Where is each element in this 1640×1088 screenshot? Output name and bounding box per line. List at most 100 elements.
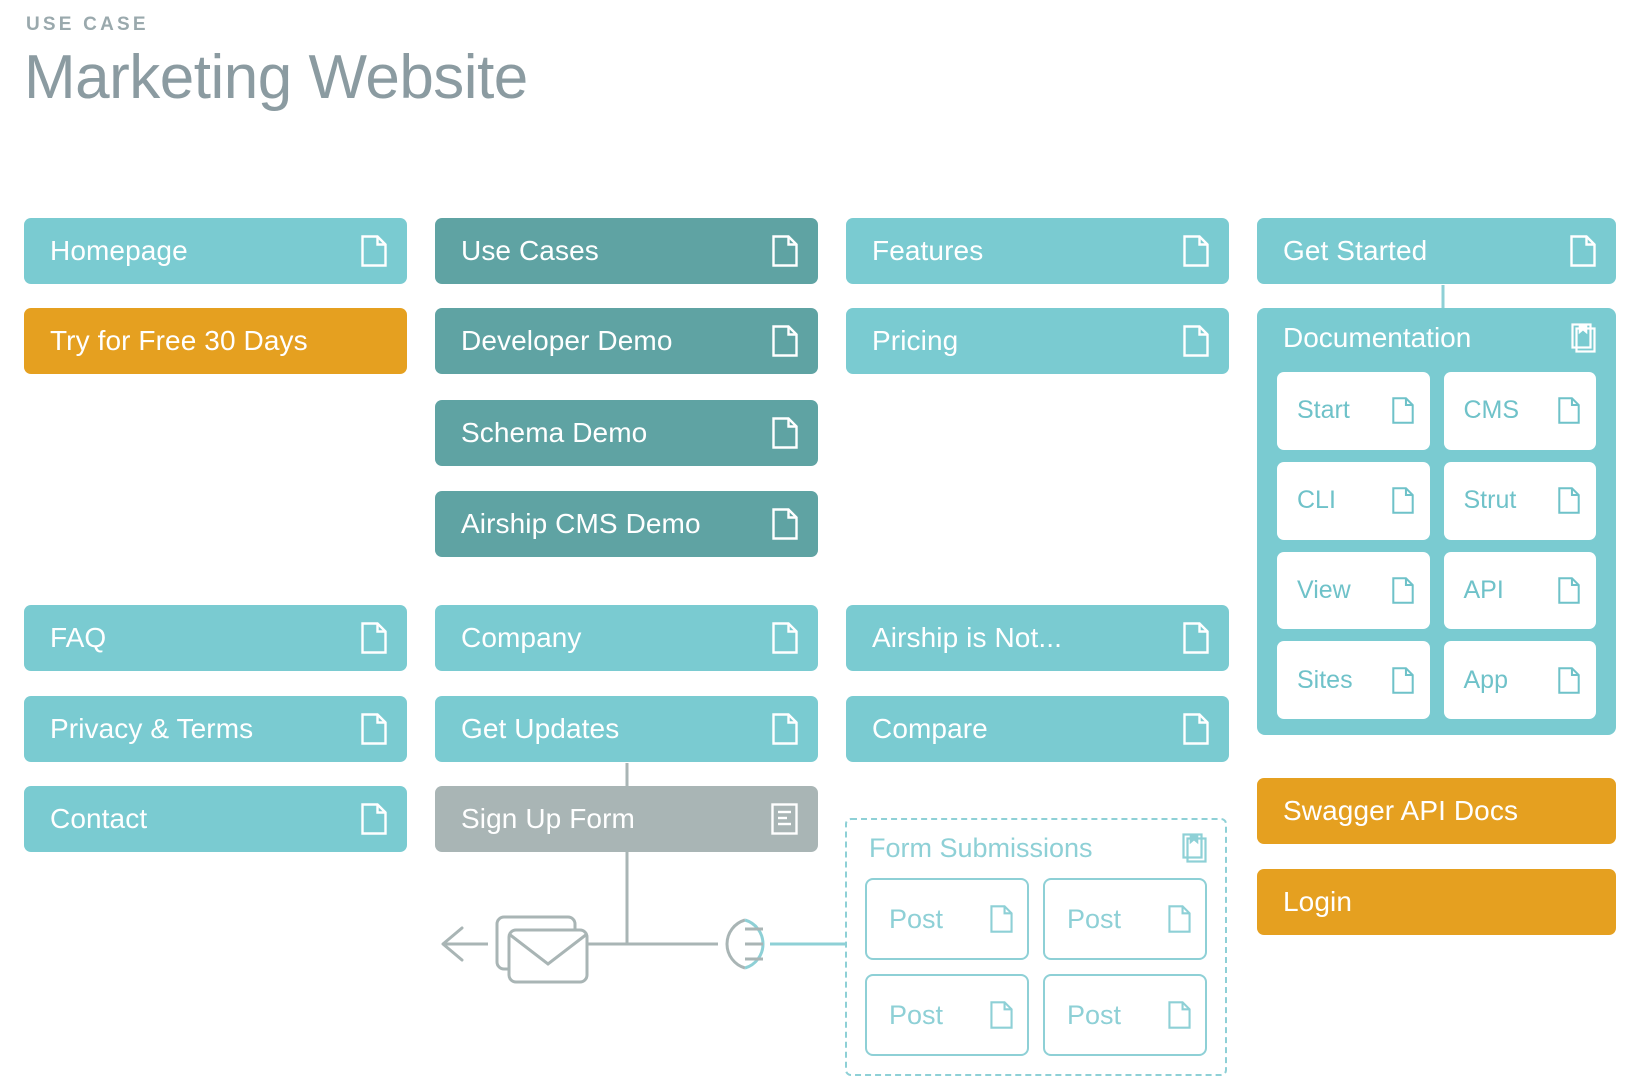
card-try-for-free[interactable]: Try for Free 30 Days (24, 308, 407, 374)
card-label: Airship CMS Demo (461, 508, 701, 539)
plug-icon (725, 918, 765, 970)
post-label: Post (1067, 903, 1122, 934)
card-faq[interactable]: FAQ (24, 605, 407, 671)
doc-item-strut[interactable]: Strut (1443, 461, 1596, 540)
page-icon (1183, 325, 1209, 357)
card-pricing[interactable]: Pricing (846, 308, 1229, 374)
page-icon (990, 905, 1013, 933)
page-icon (1391, 487, 1414, 514)
doc-item-cms[interactable]: CMS (1443, 372, 1596, 450)
card-label: Use Cases (461, 235, 599, 266)
card-label: Airship is Not... (872, 622, 1062, 653)
card-label: Pricing (872, 325, 959, 356)
card-label: Try for Free 30 Days (50, 325, 308, 356)
card-label: Swagger API Docs (1283, 795, 1519, 826)
page-icon (1168, 905, 1191, 933)
doc-item-start[interactable]: Start (1277, 372, 1430, 450)
card-label: Schema Demo (461, 417, 648, 448)
card-login[interactable]: Login (1257, 869, 1616, 935)
card-label: Login (1283, 886, 1353, 917)
envelope-icon (495, 915, 589, 984)
page-icon (772, 235, 798, 267)
card-airship-cms-demo[interactable]: Airship CMS Demo (435, 491, 818, 557)
group-title: Form Submissions (869, 832, 1093, 863)
card-compare[interactable]: Compare (846, 696, 1229, 762)
page-icon (361, 235, 387, 267)
page-icon (1183, 713, 1209, 745)
card-developer-demo[interactable]: Developer Demo (435, 308, 818, 374)
page-icon (1391, 397, 1414, 425)
page-icon (1391, 666, 1414, 694)
card-contact[interactable]: Contact (24, 786, 407, 852)
card-schema-demo[interactable]: Schema Demo (435, 400, 818, 466)
pages-stack-icon (1571, 323, 1596, 353)
sitemap-diagram: Homepage Try for Free 30 Days FAQ Privac… (0, 0, 1640, 1088)
card-sign-up-form[interactable]: Sign Up Form (435, 786, 818, 852)
page-icon (772, 508, 798, 540)
page-icon (1391, 577, 1414, 604)
doc-item-label: Start (1297, 396, 1350, 425)
documentation-group: Documentation Start CMS CLI Strut View A… (1257, 308, 1616, 735)
page-icon (990, 1001, 1013, 1029)
card-label: Homepage (50, 235, 188, 266)
doc-item-app[interactable]: App (1443, 641, 1596, 719)
card-label: Company (461, 622, 582, 653)
card-label: Privacy & Terms (50, 713, 254, 744)
card-use-cases[interactable]: Use Cases (435, 218, 818, 284)
card-label: Get Started (1283, 235, 1428, 266)
card-swagger-api-docs[interactable]: Swagger API Docs (1257, 778, 1616, 844)
card-features[interactable]: Features (846, 218, 1229, 284)
doc-item-api[interactable]: API (1443, 551, 1596, 630)
arrow-left-icon (441, 926, 464, 962)
documentation-group-header: Documentation (1257, 308, 1616, 368)
post-grid: Post Post Post Post (865, 878, 1207, 1056)
documentation-grid: Start CMS CLI Strut View API Sites App (1277, 372, 1596, 719)
form-icon (771, 803, 798, 835)
post-card[interactable]: Post (1043, 878, 1207, 960)
post-label: Post (889, 903, 944, 934)
page-icon (772, 325, 798, 357)
page-icon (772, 622, 798, 654)
card-get-updates[interactable]: Get Updates (435, 696, 818, 762)
page-icon (1558, 487, 1580, 514)
page-icon (1168, 1001, 1191, 1029)
form-submissions-header: Form Submissions (847, 820, 1225, 876)
doc-item-label: CLI (1297, 486, 1336, 515)
doc-item-sites[interactable]: Sites (1277, 641, 1430, 719)
page-icon (361, 713, 387, 745)
doc-item-label: CMS (1463, 396, 1520, 425)
post-label: Post (1067, 999, 1122, 1030)
page-icon (1183, 622, 1209, 654)
post-card[interactable]: Post (865, 878, 1029, 960)
card-label: Developer Demo (461, 325, 673, 356)
card-label: Compare (872, 713, 988, 744)
doc-item-label: App (1463, 665, 1508, 694)
form-submissions-group: Form Submissions Post Post Post Post (845, 818, 1227, 1076)
page-icon (1558, 666, 1580, 694)
post-card[interactable]: Post (865, 974, 1029, 1056)
card-label: Contact (50, 803, 148, 834)
card-company[interactable]: Company (435, 605, 818, 671)
card-airship-is-not[interactable]: Airship is Not... (846, 605, 1229, 671)
page-icon (1183, 235, 1209, 267)
doc-item-view[interactable]: View (1277, 551, 1430, 630)
page-icon (1570, 235, 1596, 267)
card-label: FAQ (50, 622, 107, 653)
doc-item-label: Strut (1463, 486, 1517, 515)
post-card[interactable]: Post (1043, 974, 1207, 1056)
post-label: Post (889, 999, 944, 1030)
doc-item-cli[interactable]: CLI (1277, 461, 1430, 540)
card-get-started[interactable]: Get Started (1257, 218, 1616, 284)
page-icon (361, 803, 387, 835)
doc-item-label: View (1297, 575, 1351, 604)
card-label: Sign Up Form (461, 803, 635, 834)
card-privacy-terms[interactable]: Privacy & Terms (24, 696, 407, 762)
page-icon (1558, 397, 1580, 425)
group-title: Documentation (1283, 322, 1472, 353)
page-icon (772, 713, 798, 745)
page-icon (361, 622, 387, 654)
page-icon (772, 417, 798, 449)
page-icon (1558, 577, 1580, 604)
card-homepage[interactable]: Homepage (24, 218, 407, 284)
doc-item-label: Sites (1297, 665, 1353, 694)
